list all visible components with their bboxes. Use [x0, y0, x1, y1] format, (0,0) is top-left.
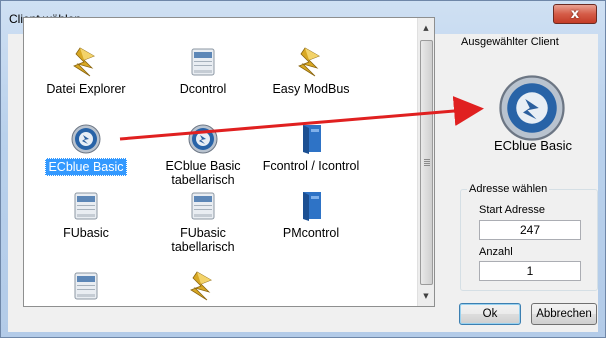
yellow-star-icon — [70, 46, 102, 78]
blue-cabinet-icon — [295, 190, 327, 222]
start-address-field[interactable]: 247 — [479, 220, 581, 240]
list-item-label: UniNET — [179, 305, 227, 306]
blue-fan-icon — [187, 123, 219, 155]
device-box-icon — [187, 46, 219, 78]
list-item-label: PMcontrol — [282, 226, 340, 240]
list-scrollbar[interactable]: ▲ ▼ — [417, 18, 434, 306]
list-item[interactable]: ECblue Basic tabellarisch — [143, 123, 263, 188]
selected-client-name: ECblue Basic — [493, 138, 573, 153]
list-item-label: ECblue Basic tabellarisch — [165, 159, 241, 187]
device-box-icon — [70, 190, 102, 222]
address-group-title: Adresse wählen — [467, 183, 550, 195]
count-label: Anzahl — [479, 246, 513, 258]
list-item[interactable]: FUbasic — [26, 190, 146, 241]
list-item[interactable]: FUbasic tabellarisch — [143, 190, 263, 255]
blue-fan-icon — [496, 72, 568, 144]
yellow-star-icon — [187, 270, 219, 302]
list-item-label: UNIcon MODBUS — [34, 305, 138, 306]
list-item-label: FUbasic — [63, 226, 109, 240]
list-item[interactable]: Dcontrol — [143, 46, 263, 97]
list-item-label: Easy ModBus — [272, 82, 350, 96]
scroll-down-icon[interactable]: ▼ — [418, 288, 434, 304]
list-item[interactable]: Fcontrol / Icontrol — [251, 123, 371, 174]
list-item[interactable]: UNIcon MODBUS — [26, 270, 146, 307]
count-field[interactable]: 1 — [479, 261, 581, 281]
device-box-icon — [187, 190, 219, 222]
start-address-label: Start Adresse — [479, 204, 546, 216]
address-group: Adresse wählen Start Adresse 247 Anzahl … — [460, 183, 598, 291]
list-item[interactable]: UniNET — [143, 270, 263, 307]
list-item[interactable]: PMcontrol — [251, 190, 371, 241]
grip-icon — [424, 159, 430, 166]
selected-client-heading: Ausgewählter Client — [461, 36, 559, 48]
blue-fan-icon — [70, 123, 102, 155]
list-item-label: FUbasic tabellarisch — [171, 226, 235, 254]
close-button[interactable]: x — [553, 4, 597, 24]
list-item-label: Fcontrol / Icontrol — [262, 159, 360, 173]
list-item-label: Dcontrol — [179, 82, 227, 96]
cancel-button[interactable]: Abbrechen — [531, 303, 597, 325]
blue-cabinet-icon — [295, 123, 327, 155]
client-list[interactable]: Datei Explorer Dcontrol Easy ModBus ECblue … — [23, 17, 435, 307]
ok-button[interactable]: Ok — [459, 303, 521, 325]
close-icon: x — [570, 6, 580, 22]
list-item[interactable]: Datei Explorer — [26, 46, 146, 97]
scroll-up-icon[interactable]: ▲ — [418, 20, 434, 36]
scroll-thumb[interactable] — [420, 40, 433, 285]
yellow-star-icon — [295, 46, 327, 78]
list-item[interactable]: ECblue Basic — [26, 123, 146, 176]
list-item-label: ECblue Basic — [45, 158, 127, 176]
list-item[interactable]: Easy ModBus — [251, 46, 371, 97]
device-box-icon — [70, 270, 102, 302]
list-item-label: Datei Explorer — [46, 82, 126, 96]
